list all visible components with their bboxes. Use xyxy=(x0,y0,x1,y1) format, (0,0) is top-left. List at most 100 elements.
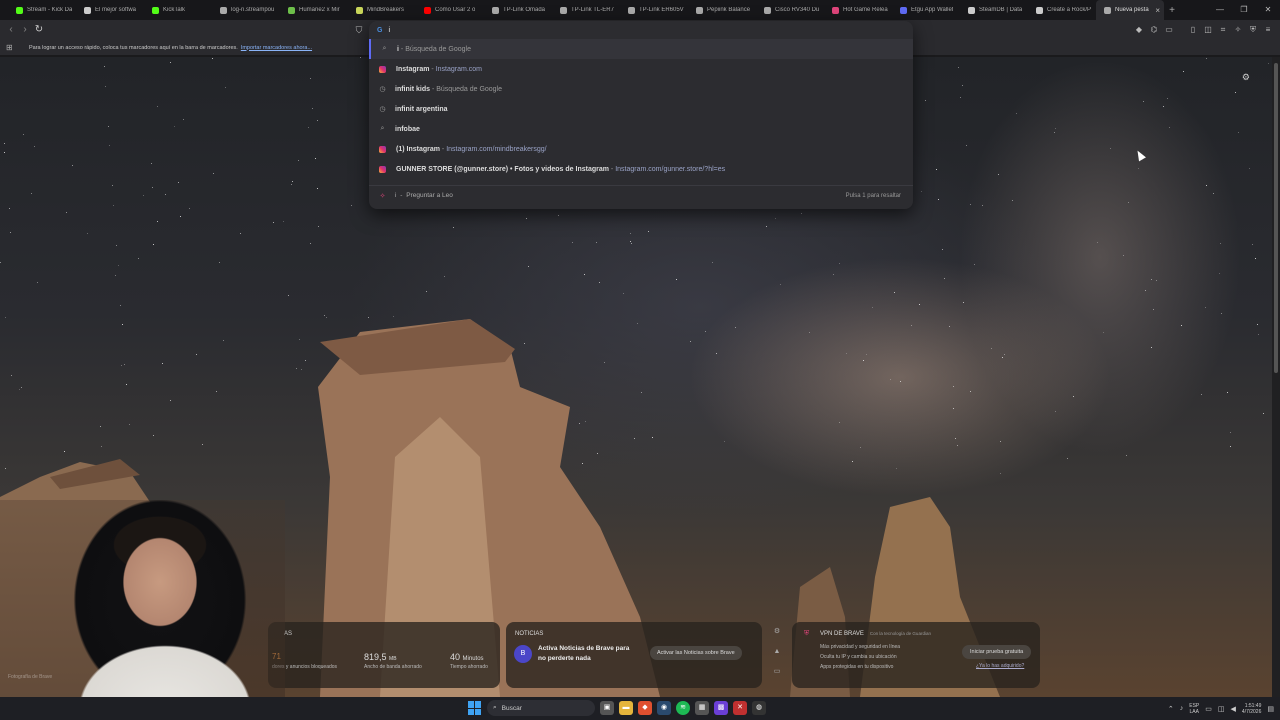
clock[interactable]: 1:51:49 4/7/2026 xyxy=(1242,703,1261,715)
tab[interactable]: KickTalk xyxy=(144,0,212,20)
address-bar[interactable]: G i xyxy=(369,21,913,39)
tab[interactable]: log-n.streampou xyxy=(212,0,280,20)
rewards-icon[interactable]: ⌬ xyxy=(1148,24,1160,36)
capcut-icon[interactable]: ✕ xyxy=(733,701,747,715)
tab[interactable]: TP-Link ER605V xyxy=(620,0,688,20)
tab-favicon xyxy=(220,6,227,14)
menu-icon[interactable]: ≡ xyxy=(1262,24,1274,36)
windows-start-icon[interactable] xyxy=(468,701,482,715)
tab[interactable]: Nueva pesta × xyxy=(1096,0,1164,20)
tab[interactable]: Hot Game Relea xyxy=(824,0,892,20)
brave-shields-icon[interactable]: ◆ xyxy=(1133,24,1145,36)
lang-bottom: LAA xyxy=(1189,708,1199,715)
extensions-icon[interactable]: ⌗ xyxy=(1217,24,1229,36)
ask-leo-row[interactable]: ✧ i - Preguntar a Leo Pulsa 1 para resal… xyxy=(369,185,913,205)
new-tab-button[interactable]: + xyxy=(1164,5,1180,16)
customize-gear-icon[interactable]: ⚙ xyxy=(1242,72,1250,83)
chevron-up-icon[interactable]: ⌃ xyxy=(1168,705,1174,713)
card-icon[interactable]: ▭ xyxy=(768,662,786,682)
instagram-icon xyxy=(379,65,386,73)
wallet-icon[interactable]: ▭ xyxy=(1163,24,1175,36)
gear-icon[interactable]: ⚙ xyxy=(768,622,786,642)
vpn-already-purchased-link[interactable]: ¿Ya lo has adquirido? xyxy=(976,663,1024,669)
tab-favicon xyxy=(152,6,159,14)
app-icon[interactable]: ▩ xyxy=(714,701,728,715)
obs-icon[interactable]: ◍ xyxy=(752,701,766,715)
minimize-icon[interactable]: — xyxy=(1208,0,1232,20)
import-bookmarks-link[interactable]: Importar marcadores ahora... xyxy=(241,45,312,51)
tab[interactable]: Pepiink Balance xyxy=(688,0,756,20)
suggestion-title: (1) Instagram xyxy=(396,145,440,153)
tab[interactable]: Humane2 x Mir xyxy=(280,0,348,20)
tab[interactable]: MindBreakers xyxy=(348,0,416,20)
reload-icon[interactable]: ↻ xyxy=(32,23,46,37)
omnibox-suggestion[interactable]: Instagram - Instagram.com xyxy=(369,59,913,79)
bookmark-icon[interactable]: ⛉ xyxy=(353,23,365,37)
enable-news-button[interactable]: Activar las Noticias sobre Brave xyxy=(650,646,742,660)
omnibox-suggestion[interactable]: ◷ infinit kids - Búsqueda de Google xyxy=(369,79,913,99)
tab-title: TP-Link ER605V xyxy=(639,7,684,13)
brave-icon[interactable]: ◆ xyxy=(638,701,652,715)
forward-icon[interactable]: › xyxy=(18,23,32,37)
taskbar-search[interactable]: ⌕ Buscar xyxy=(487,700,595,716)
file-explorer-icon[interactable]: ▬ xyxy=(619,701,633,715)
network-icon[interactable]: ◫ xyxy=(1218,705,1225,713)
history-icon: ◷ xyxy=(379,86,386,93)
tab[interactable]: TP-Link Omada xyxy=(484,0,552,20)
scrollbar[interactable] xyxy=(1272,57,1280,697)
omnibox-suggestion[interactable]: (1) Instagram - Instagram.com/mindbreake… xyxy=(369,139,913,159)
task-view-icon[interactable]: ▣ xyxy=(600,701,614,715)
window-controls: — ❐ ✕ xyxy=(1208,0,1280,20)
terminal-icon[interactable]: ▦ xyxy=(695,701,709,715)
vpn-shield-icon: ⛨ xyxy=(804,630,810,637)
monitor-icon[interactable]: ▭ xyxy=(1205,705,1212,713)
bandwidth-value: 819,5 MB xyxy=(364,652,397,662)
bandwidth-unit: MB xyxy=(389,656,397,662)
bookmarks-bar-text: Para lograr un acceso rápido, coloca tus… xyxy=(29,44,238,51)
leo-icon[interactable]: ✧ xyxy=(1232,24,1244,36)
tab-favicon xyxy=(356,6,363,14)
omnibox-suggestion[interactable]: ◷ infinit argentina xyxy=(369,99,913,119)
vpn-icon[interactable]: ⛨ xyxy=(1247,24,1259,36)
tab[interactable]: Como Usar 2 o xyxy=(416,0,484,20)
time-saved-value: 40 Minutos xyxy=(450,652,484,662)
close-tab-icon[interactable]: × xyxy=(1155,6,1160,15)
address-input[interactable]: i xyxy=(388,27,390,34)
tab[interactable]: Etgu App Wallet xyxy=(892,0,960,20)
windows-taskbar: ⌕ Buscar ▣ ▬ ◆ ◉ ≋ ▦ ▩ ✕ ◍ ⌃ ♪ ESP LAA ▭ … xyxy=(0,697,1280,720)
back-icon[interactable]: ‹ xyxy=(4,23,18,37)
tab[interactable]: El mejor softwa xyxy=(76,0,144,20)
maximize-icon[interactable]: ❐ xyxy=(1232,0,1256,20)
bandwidth-number: 819,5 xyxy=(364,652,387,662)
notifications-icon[interactable]: ▤ xyxy=(1267,705,1274,713)
tab-strip: Stream - Kick Da El mejor softwa KickTalk l… xyxy=(0,0,1280,20)
privacy-stats-widget: AS 71 dores y anuncios bloqueados 819,5 … xyxy=(268,622,500,688)
tab[interactable]: SteamDB | Data xyxy=(960,0,1028,20)
suggestion-title: infinit argentina xyxy=(395,105,448,113)
volume-icon[interactable]: ◀ xyxy=(1231,705,1236,713)
omnibox-suggestion[interactable]: ⌕ i - Búsqueda de Google xyxy=(369,39,913,59)
tab-groups-icon[interactable]: ◫ xyxy=(1202,24,1214,36)
spotify-icon[interactable]: ≋ xyxy=(676,701,690,715)
tab[interactable]: Cisco RV340 Du xyxy=(756,0,824,20)
tab-title: Nueva pesta xyxy=(1115,7,1149,13)
search-icon: ⌕ xyxy=(380,125,385,132)
omnibox-suggestion[interactable]: GUNNER STORE (@gunner.store) • Fotos y v… xyxy=(369,159,913,179)
mic-icon[interactable]: ♪ xyxy=(1180,705,1184,712)
vpn-trial-button[interactable]: Iniciar prueba gratuita xyxy=(962,645,1032,659)
close-window-icon[interactable]: ✕ xyxy=(1256,0,1280,20)
scrollbar-thumb[interactable] xyxy=(1274,63,1278,373)
tab[interactable]: Create a Rock/P xyxy=(1028,0,1096,20)
tab-favicon xyxy=(16,6,23,14)
omnibox-suggestion[interactable]: ⌕ infobae xyxy=(369,119,913,139)
tab-title: TP-Link TL-ER7 xyxy=(571,7,614,13)
tab-title: El mejor softwa xyxy=(95,7,137,13)
tab[interactable]: Stream - Kick Da xyxy=(8,0,76,20)
apps-grid-icon[interactable]: ⊞ xyxy=(6,43,14,52)
steam-icon[interactable]: ◉ xyxy=(657,701,671,715)
language-indicator[interactable]: ESP LAA xyxy=(1189,703,1199,715)
tab[interactable]: TP-Link TL-ER7 xyxy=(552,0,620,20)
sidebar-icon[interactable]: ▯ xyxy=(1187,24,1199,36)
tab-title: Pepiink Balance xyxy=(707,7,751,13)
warning-icon[interactable]: ▲ xyxy=(768,642,786,662)
